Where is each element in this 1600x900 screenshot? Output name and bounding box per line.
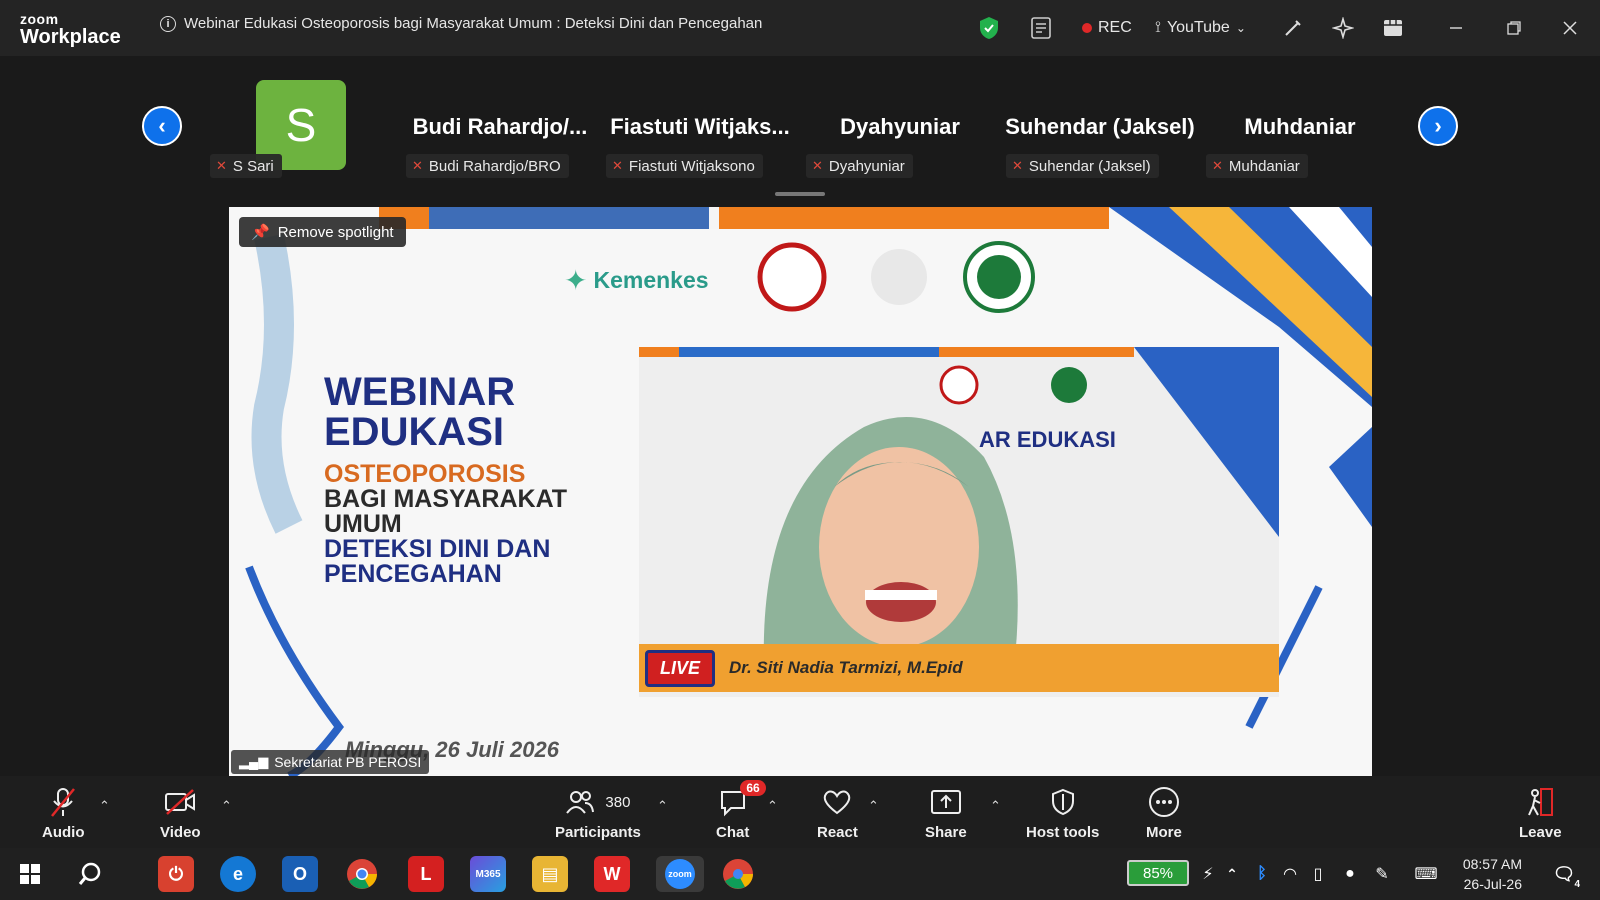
livestream-youtube[interactable]: ⟟ YouTube ⌄ xyxy=(1155,14,1246,42)
minimize-icon[interactable] xyxy=(1448,14,1464,42)
strip-scroll-indicator[interactable] xyxy=(775,192,825,196)
participant-name-tag: ✕ Budi Rahardjo/BRO xyxy=(406,154,569,178)
camera-off-icon xyxy=(163,786,197,818)
audio-options-caret[interactable]: ⌃ xyxy=(99,798,110,814)
share-screen-icon xyxy=(930,786,962,818)
react-button[interactable]: React xyxy=(817,786,858,841)
chat-unread-badge: 66 xyxy=(740,780,766,796)
title-bar: zoom Workplace i Webinar Edukasi Osteopo… xyxy=(0,0,1600,56)
slide-title: WEBINAR EDUKASI OSTEOPOROSIS BAGI MASYAR… xyxy=(324,370,568,588)
participant-name-tag: ✕ Fiastuti Witjaksono xyxy=(606,154,763,178)
meeting-title[interactable]: i Webinar Edukasi Osteoporosis bagi Masy… xyxy=(160,15,762,32)
mic-muted-icon: ✕ xyxy=(1212,158,1223,173)
pin-icon: 📌 xyxy=(251,224,270,241)
notifications-icon[interactable]: 🗨 4 xyxy=(1546,856,1582,892)
speaker-name-tag: ▂▄▆ Sekretariat PB PEROSI xyxy=(231,750,430,774)
share-button[interactable]: Share xyxy=(925,786,967,841)
participant-tile[interactable]: Suhendar (Jaksel) ✕ Suhendar (Jaksel) xyxy=(1002,80,1198,184)
chrome-profile-icon[interactable] xyxy=(720,856,756,892)
more-dots-icon xyxy=(1148,786,1180,818)
mic-off-icon xyxy=(48,786,78,818)
chevron-down-icon: ⌄ xyxy=(1235,21,1246,35)
participant-tile[interactable]: Budi Rahardjo/... ✕ Budi Rahardjo/BRO xyxy=(402,80,598,184)
participant-name-tag: ✕ Suhendar (Jaksel) xyxy=(1006,154,1159,178)
chat-icon: 66 xyxy=(718,780,766,818)
microphone-icon[interactable]: ● xyxy=(1332,856,1368,892)
apps-icon[interactable] xyxy=(1382,14,1404,42)
participant-tile[interactable]: Dyahyuniar ✕ Dyahyuniar xyxy=(802,80,998,184)
close-icon[interactable] xyxy=(1562,14,1578,42)
recording-indicator[interactable]: REC xyxy=(1082,14,1132,42)
prev-page-button[interactable]: ‹ xyxy=(142,106,182,146)
participant-tile[interactable]: S ✕ S Sari xyxy=(206,80,402,184)
mic-muted-icon: ✕ xyxy=(412,158,423,173)
more-button[interactable]: More xyxy=(1146,786,1182,841)
live-lower-third: LIVE Dr. Siti Nadia Tarmizi, M.Epid xyxy=(639,644,1279,692)
video-options-caret[interactable]: ⌃ xyxy=(221,798,232,814)
record-dot-icon xyxy=(1082,23,1092,33)
audio-button[interactable]: Audio xyxy=(42,786,85,841)
pen-icon[interactable]: ✎ xyxy=(1364,856,1400,892)
keyboard-icon[interactable]: ⌨ xyxy=(1408,856,1444,892)
host-shield-icon xyxy=(1050,786,1076,818)
wps-office-icon[interactable]: W xyxy=(594,856,630,892)
heart-icon xyxy=(821,786,853,818)
video-button[interactable]: Video xyxy=(160,786,201,841)
mic-muted-icon: ✕ xyxy=(216,158,227,173)
signal-bars-icon: ▂▄▆ xyxy=(239,754,269,769)
chat-button[interactable]: 66 Chat xyxy=(716,780,766,841)
participants-button[interactable]: 380 Participants xyxy=(555,786,641,841)
windows-start-icon[interactable] xyxy=(12,856,48,892)
info-icon[interactable]: i xyxy=(160,15,176,32)
participants-options-caret[interactable]: ⌃ xyxy=(657,798,668,814)
participant-tile[interactable]: Muhdaniar ✕ Muhdaniar xyxy=(1202,80,1398,184)
system-clock[interactable]: 08:57 AM 26-Jul-26 xyxy=(1463,854,1522,894)
chevron-right-icon: › xyxy=(1434,113,1442,138)
shield-icon[interactable] xyxy=(978,14,1000,42)
power-app-icon[interactable]: ⏻ xyxy=(158,856,194,892)
inner-slide-title: AR EDUKASI xyxy=(979,427,1116,452)
restore-icon[interactable] xyxy=(1506,14,1522,42)
m365-icon[interactable]: M365 xyxy=(470,856,506,892)
search-icon[interactable] xyxy=(72,856,108,892)
notes-icon[interactable] xyxy=(1030,14,1052,42)
remove-spotlight-button[interactable]: 📌 Remove spotlight xyxy=(239,217,406,247)
participant-name-tag: ✕ Dyahyuniar xyxy=(806,154,913,178)
battery-indicator[interactable]: 85% xyxy=(1127,860,1189,886)
chevron-left-icon: ‹ xyxy=(158,113,166,138)
mic-muted-icon: ✕ xyxy=(612,158,623,173)
participants-icon: 380 xyxy=(565,786,630,818)
participant-name-tag: ✕ S Sari xyxy=(210,154,282,178)
zoom-taskbar-icon[interactable]: zoom xyxy=(656,856,704,892)
participant-name-tag: ✕ Muhdaniar xyxy=(1206,154,1308,178)
meeting-controls: Audio ⌃ Video ⌃ 380 Participants ⌃ 66 Ch… xyxy=(0,776,1600,848)
leave-button[interactable]: Leave xyxy=(1519,786,1562,841)
host-tools-button[interactable]: Host tools xyxy=(1026,786,1099,841)
zoom-logo: zoom Workplace xyxy=(20,11,121,48)
leave-door-icon xyxy=(1525,786,1555,818)
mic-muted-icon: ✕ xyxy=(1012,158,1023,173)
device-icon[interactable]: ▯ xyxy=(1300,856,1336,892)
chat-options-caret[interactable]: ⌃ xyxy=(767,798,778,814)
chrome-icon[interactable] xyxy=(344,856,380,892)
windows-taskbar: ⏻ e O L M365 ▤ W zoom 85% ⚡ ⌃ ᛒ ◠ ▯ ● ✎ … xyxy=(0,848,1600,900)
broadcast-icon: ⟟ xyxy=(1155,19,1161,36)
outlook-icon[interactable]: O xyxy=(282,856,318,892)
file-explorer-icon[interactable]: ▤ xyxy=(532,856,568,892)
participant-tile[interactable]: Fiastuti Witjaks... ✕ Fiastuti Witjaksono xyxy=(602,80,798,184)
spotlight-video[interactable]: 📌 Remove spotlight ✦ Kemenkes WEBINAR ED… xyxy=(229,207,1372,776)
next-page-button[interactable]: › xyxy=(1418,106,1458,146)
ai-sparkle-icon[interactable] xyxy=(1332,14,1354,42)
l-app-icon[interactable]: L xyxy=(408,856,444,892)
edge-browser-icon[interactable]: e xyxy=(220,856,256,892)
kemenkes-logo: ✦ Kemenkes xyxy=(564,265,709,296)
react-options-caret[interactable]: ⌃ xyxy=(868,798,879,814)
annotate-icon[interactable] xyxy=(1282,14,1304,42)
mic-muted-icon: ✕ xyxy=(812,158,823,173)
share-options-caret[interactable]: ⌃ xyxy=(990,798,1001,814)
